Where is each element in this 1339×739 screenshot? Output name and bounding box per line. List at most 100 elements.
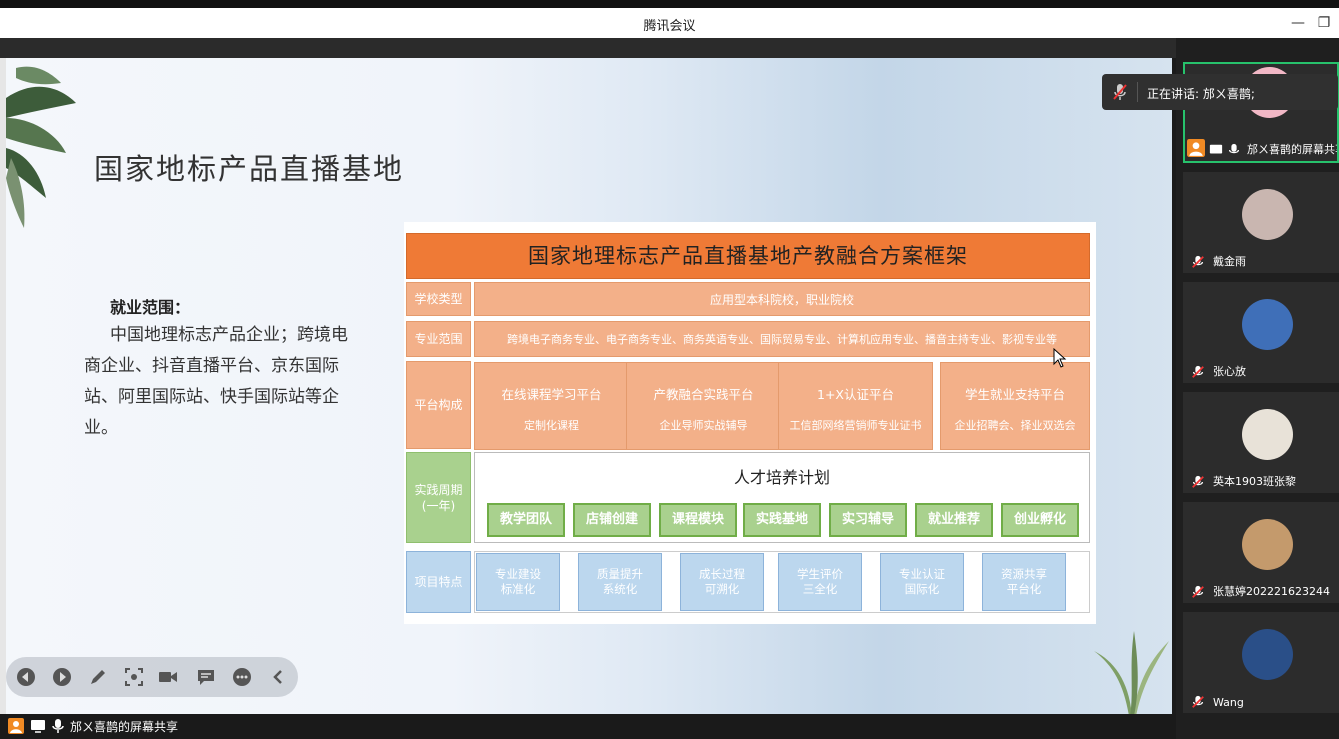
next-page-icon[interactable] — [52, 667, 72, 687]
participant-tile[interactable]: 张慧婷202221623244 — [1183, 502, 1339, 603]
platform-item-title: 学生就业支持平台 — [964, 387, 1065, 402]
feature-line: 国际化 — [904, 582, 940, 596]
microphone-icon — [1228, 143, 1240, 154]
participant-tile[interactable]: 英本1903班张黎 — [1183, 392, 1339, 493]
bottom-status-bar: 邡ㄨ喜鹊的屏幕共享 — [0, 714, 1176, 739]
feature-item: 专业建设 标准化 — [476, 553, 560, 611]
avatar — [1242, 519, 1293, 570]
platform-item-sub: 工信部网络营销师专业证书 — [789, 419, 922, 432]
feature-line: 资源共享 — [1001, 567, 1047, 581]
practice-item: 店铺创建 — [573, 503, 651, 537]
practice-item: 就业推荐 — [915, 503, 993, 537]
participant-tile[interactable]: Wang — [1183, 612, 1339, 713]
participant-name: Wang — [1213, 696, 1244, 709]
feature-line: 标准化 — [500, 582, 536, 596]
employment-heading: 就业范围： — [110, 298, 191, 317]
framework-diagram: 国家地理标志产品直播基地产教融合方案框架 学校类型 应用型本科院校，职业院校 专… — [404, 222, 1096, 624]
platform-item: 产教融合实践平台 企业导师实战辅导 — [626, 362, 781, 450]
chat-icon[interactable] — [196, 667, 216, 687]
feature-item: 专业认证 国际化 — [880, 553, 964, 611]
label-features: 项目特点 — [406, 551, 471, 613]
title-bar: 腾讯会议 — ❐ — [0, 8, 1339, 38]
shared-slide: 国家地标产品直播基地 就业范围： 中国地理标志产品企业；跨境电商企业、抖音直播平… — [6, 58, 1172, 714]
participant-name: 邡ㄨ喜鹊的屏幕共享 — [1247, 143, 1339, 156]
feature-line: 三全化 — [802, 582, 838, 596]
share-label: 邡ㄨ喜鹊的屏幕共享 — [70, 720, 179, 734]
top-strip — [0, 0, 1339, 8]
more-icon[interactable] — [232, 667, 252, 687]
practice-item: 教学团队 — [487, 503, 565, 537]
feature-line: 专业建设 — [495, 567, 541, 581]
leaves-decoration-icon — [6, 66, 76, 228]
practice-item: 实习辅导 — [829, 503, 907, 537]
participant-tile[interactable]: 戴金雨 — [1183, 172, 1339, 273]
slide-title: 国家地标产品直播基地 — [94, 152, 405, 186]
feature-line: 成长过程 — [699, 567, 745, 581]
avatar — [1242, 629, 1293, 680]
platform-item-sub: 企业招聘会、择业双选会 — [954, 419, 1076, 432]
plant-decoration-icon — [1094, 631, 1169, 714]
restore-icon[interactable]: ❐ — [1314, 13, 1334, 33]
major-scope-value: 跨境电子商务专业、电子商务专业、商务英语专业、国际贸易专业、计算机应用专业、播音… — [474, 321, 1090, 357]
school-type-value: 应用型本科院校，职业院校 — [474, 282, 1090, 316]
platform-item: 在线课程学习平台 定制化课程 — [474, 362, 629, 450]
platform-item-sub: 定制化课程 — [524, 419, 579, 432]
label-practice-period: 实践周期 (一年) — [406, 452, 471, 543]
speaking-indicator: 正在讲话: 邡ㄨ喜鹊; — [1102, 74, 1338, 110]
feature-item: 资源共享 平台化 — [982, 553, 1066, 611]
participant-name: 英本1903班张黎 — [1213, 475, 1296, 488]
feature-item: 学生评价 三全化 — [778, 553, 862, 611]
meeting-window: 腾讯会议 — ❐ 国家地标产品直播基地 就业范围： 中国地理标志产品企业；跨境电… — [0, 0, 1339, 739]
mouse-cursor-icon — [1053, 348, 1067, 368]
platform-item-title: 在线课程学习平台 — [501, 387, 602, 402]
feature-line: 平台化 — [1006, 582, 1042, 596]
mic-muted-icon — [1192, 255, 1204, 268]
collapse-chevron-icon[interactable] — [268, 667, 288, 687]
avatar — [1242, 189, 1293, 240]
participant-panel: 邡ㄨ喜鹊的屏幕共享 戴金雨 张心放 英本1903班张黎 张慧婷202221623… — [1176, 38, 1339, 739]
participant-name: 戴金雨 — [1213, 255, 1246, 268]
employment-body: 中国地理标志产品企业；跨境电商企业、抖音直播平台、京东国际站、阿里国际站、快手国… — [84, 325, 348, 438]
screen-share-icon — [1209, 144, 1223, 154]
participant-name: 张慧婷202221623244 — [1213, 585, 1330, 598]
video-camera-icon[interactable] — [158, 667, 178, 687]
platform-item-title: 产教融合实践平台 — [653, 387, 754, 402]
feature-item: 成长过程 可溯化 — [680, 553, 764, 611]
talent-plan: 人才培养计划 教学团队 店铺创建 课程模块 实践基地 实习辅导 就业推荐 创业孵… — [474, 452, 1090, 543]
practice-item: 实践基地 — [743, 503, 821, 537]
previous-page-icon[interactable] — [16, 667, 36, 687]
feature-line: 专业认证 — [899, 567, 945, 581]
platform-item: 学生就业支持平台 企业招聘会、择业双选会 — [940, 362, 1090, 450]
talent-plan-title: 人才培养计划 — [733, 468, 830, 487]
screen-share-icon — [31, 720, 45, 733]
mic-muted-icon — [1113, 84, 1127, 100]
microphone-icon — [52, 719, 64, 733]
practice-item: 创业孵化 — [1001, 503, 1079, 537]
avatar — [1242, 299, 1293, 350]
minimize-icon[interactable]: — — [1288, 13, 1308, 33]
practice-item: 课程模块 — [659, 503, 737, 537]
mic-muted-icon — [1192, 365, 1204, 378]
feature-line: 质量提升 — [597, 567, 643, 581]
presentation-toolbar — [6, 657, 298, 697]
pen-icon[interactable] — [88, 667, 108, 687]
user-avatar-icon — [1187, 139, 1205, 157]
divider — [1137, 82, 1138, 102]
feature-line: 学生评价 — [797, 567, 843, 581]
avatar — [1242, 409, 1293, 460]
user-avatar-icon — [8, 718, 24, 734]
feature-line: 系统化 — [602, 582, 638, 596]
label-school-type: 学校类型 — [406, 282, 471, 316]
speaking-text: 正在讲话: 邡ㄨ喜鹊; — [1147, 87, 1255, 101]
focus-icon[interactable] — [124, 667, 144, 687]
participant-tile[interactable]: 张心放 — [1183, 282, 1339, 383]
mic-muted-icon — [1192, 695, 1204, 708]
label-platform: 平台构成 — [406, 361, 471, 449]
platform-item: 1+X认证平台 工信部网络营销师专业证书 — [778, 362, 933, 450]
mic-muted-icon — [1192, 585, 1204, 598]
feature-item: 质量提升 系统化 — [578, 553, 662, 611]
participant-name: 张心放 — [1213, 365, 1246, 378]
toolbar-band — [0, 38, 1176, 58]
framework-title: 国家地理标志产品直播基地产教融合方案框架 — [406, 233, 1090, 279]
platform-item-title: 1+X认证平台 — [817, 387, 894, 402]
